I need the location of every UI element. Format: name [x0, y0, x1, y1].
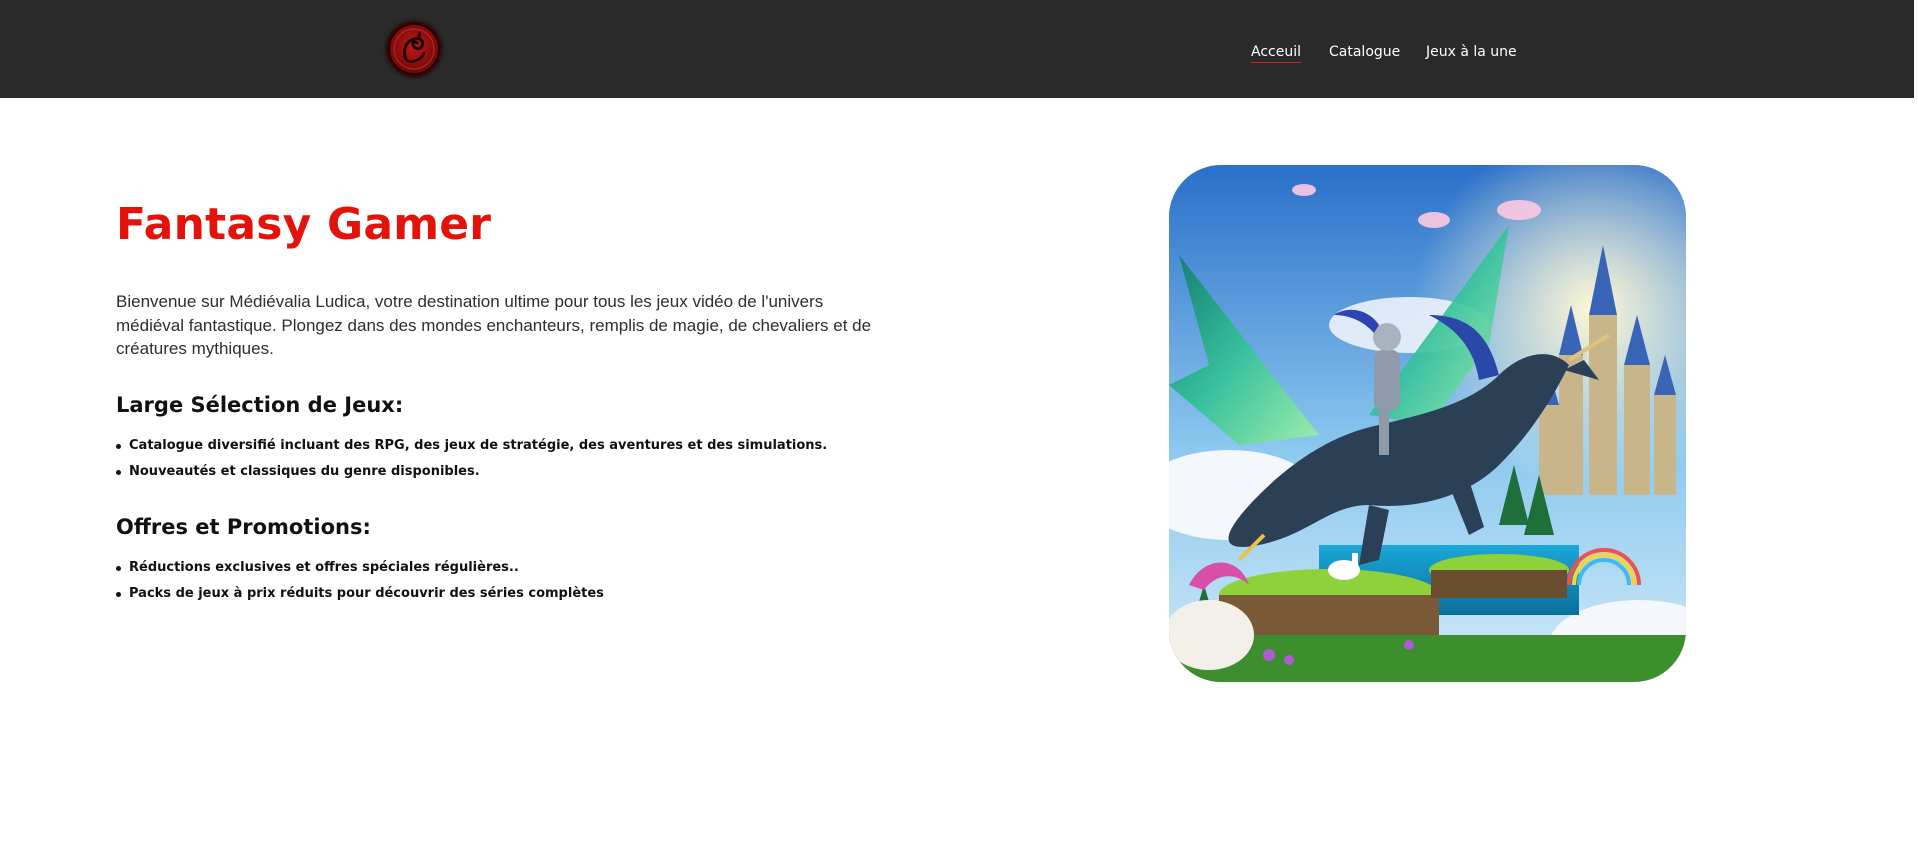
- list-item: Catalogue diversifié incluant des RPG, d…: [115, 433, 827, 459]
- section-heading-offres: Offres et Promotions:: [116, 515, 371, 539]
- site-header: Acceuil Catalogue Jeux à la une: [0, 0, 1918, 98]
- nav-link-catalogue[interactable]: Catalogue: [1329, 44, 1400, 60]
- intro-paragraph: Bienvenue sur Médiévalia Ludica, votre d…: [116, 292, 872, 358]
- fantasy-knight-dragon-illustration: [1169, 165, 1686, 682]
- list-item: Packs de jeux à prix réduits pour découv…: [116, 581, 604, 607]
- page-title: Fantasy Gamer: [116, 199, 492, 250]
- selection-list: Catalogue diversifié incluant des RPG, d…: [115, 433, 827, 485]
- navbar-background: [0, 0, 1914, 98]
- dragon-emblem-icon[interactable]: [386, 21, 442, 77]
- offres-list: Réductions exclusives et offres spéciale…: [116, 555, 604, 607]
- list-item: Nouveautés et classiques du genre dispon…: [115, 459, 827, 485]
- section-heading-selection: Large Sélection de Jeux:: [116, 393, 404, 417]
- nav-link-acceuil[interactable]: Acceuil: [1251, 44, 1301, 63]
- nav-link-jeux-a-la-une[interactable]: Jeux à la une: [1426, 44, 1517, 60]
- list-item: Réductions exclusives et offres spéciale…: [116, 555, 604, 581]
